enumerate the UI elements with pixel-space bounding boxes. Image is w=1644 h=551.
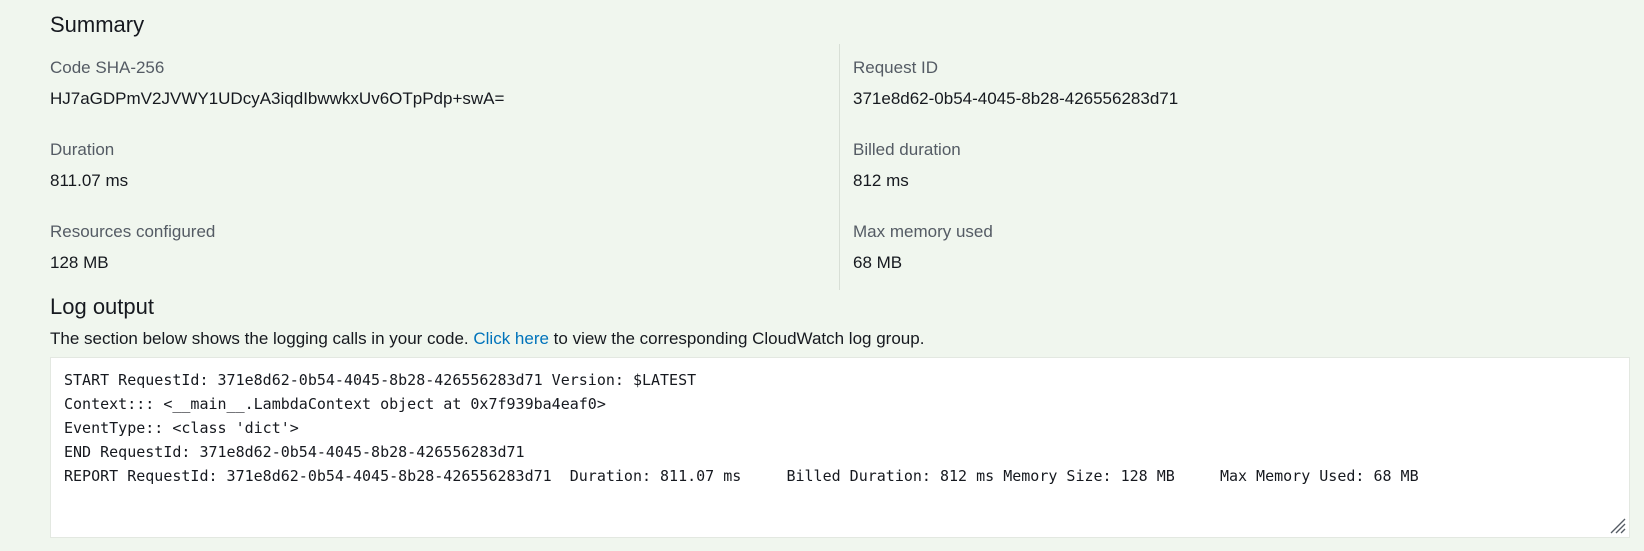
summary-left-column: Code SHA-256 HJ7aGDPmV2JVWY1UDcyA3iqdIbw… (50, 50, 840, 290)
billed-duration-label: Billed duration (853, 140, 961, 159)
cloudwatch-log-link[interactable]: Click here (473, 329, 549, 348)
request-id-label: Request ID (853, 58, 939, 77)
log-output-description: The section below shows the logging call… (50, 329, 924, 349)
summary-right-column: Request ID 371e8d62-0b54-4045-8b28-42655… (853, 50, 1613, 290)
log-description-prefix: The section below shows the logging call… (50, 329, 474, 348)
log-line: EventType:: <class 'dict'> (64, 419, 299, 437)
duration-field: Duration 811.07 ms (50, 140, 128, 191)
resources-configured-label: Resources configured (50, 222, 216, 241)
duration-label: Duration (50, 140, 115, 159)
request-id-field: Request ID 371e8d62-0b54-4045-8b28-42655… (853, 58, 1178, 109)
summary-heading: Summary (50, 12, 145, 37)
resize-handle-icon[interactable] (1608, 516, 1626, 534)
code-sha-field: Code SHA-256 HJ7aGDPmV2JVWY1UDcyA3iqdIbw… (50, 58, 504, 109)
resources-configured-field: Resources configured 128 MB (50, 222, 215, 273)
log-line: REPORT RequestId: 371e8d62-0b54-4045-8b2… (64, 467, 1419, 485)
duration-value: 811.07 ms (50, 171, 129, 190)
max-memory-used-label: Max memory used (853, 222, 993, 241)
summary-grid: Code SHA-256 HJ7aGDPmV2JVWY1UDcyA3iqdIbw… (50, 44, 1630, 290)
max-memory-used-field: Max memory used 68 MB (853, 222, 993, 273)
code-sha-label: Code SHA-256 (50, 58, 165, 77)
log-output-textarea[interactable]: START RequestId: 371e8d62-0b54-4045-8b28… (50, 357, 1630, 538)
log-line: Context::: <__main__.LambdaContext objec… (64, 395, 606, 413)
billed-duration-field: Billed duration 812 ms (853, 140, 961, 191)
request-id-value: 371e8d62-0b54-4045-8b28-426556283d71 (853, 89, 1179, 108)
log-output-text: START RequestId: 371e8d62-0b54-4045-8b28… (64, 368, 1419, 488)
column-divider (839, 44, 840, 290)
resources-configured-value: 128 MB (50, 253, 109, 272)
code-sha-value: HJ7aGDPmV2JVWY1UDcyA3iqdIbwwkxUv6OTpPdp+… (50, 89, 505, 108)
log-output-heading: Log output (50, 294, 154, 319)
billed-duration-value: 812 ms (853, 171, 909, 190)
log-line: START RequestId: 371e8d62-0b54-4045-8b28… (64, 371, 697, 389)
log-description-suffix: to view the corresponding CloudWatch log… (548, 329, 925, 348)
log-line: END RequestId: 371e8d62-0b54-4045-8b28-4… (64, 443, 525, 461)
max-memory-used-value: 68 MB (853, 253, 903, 272)
